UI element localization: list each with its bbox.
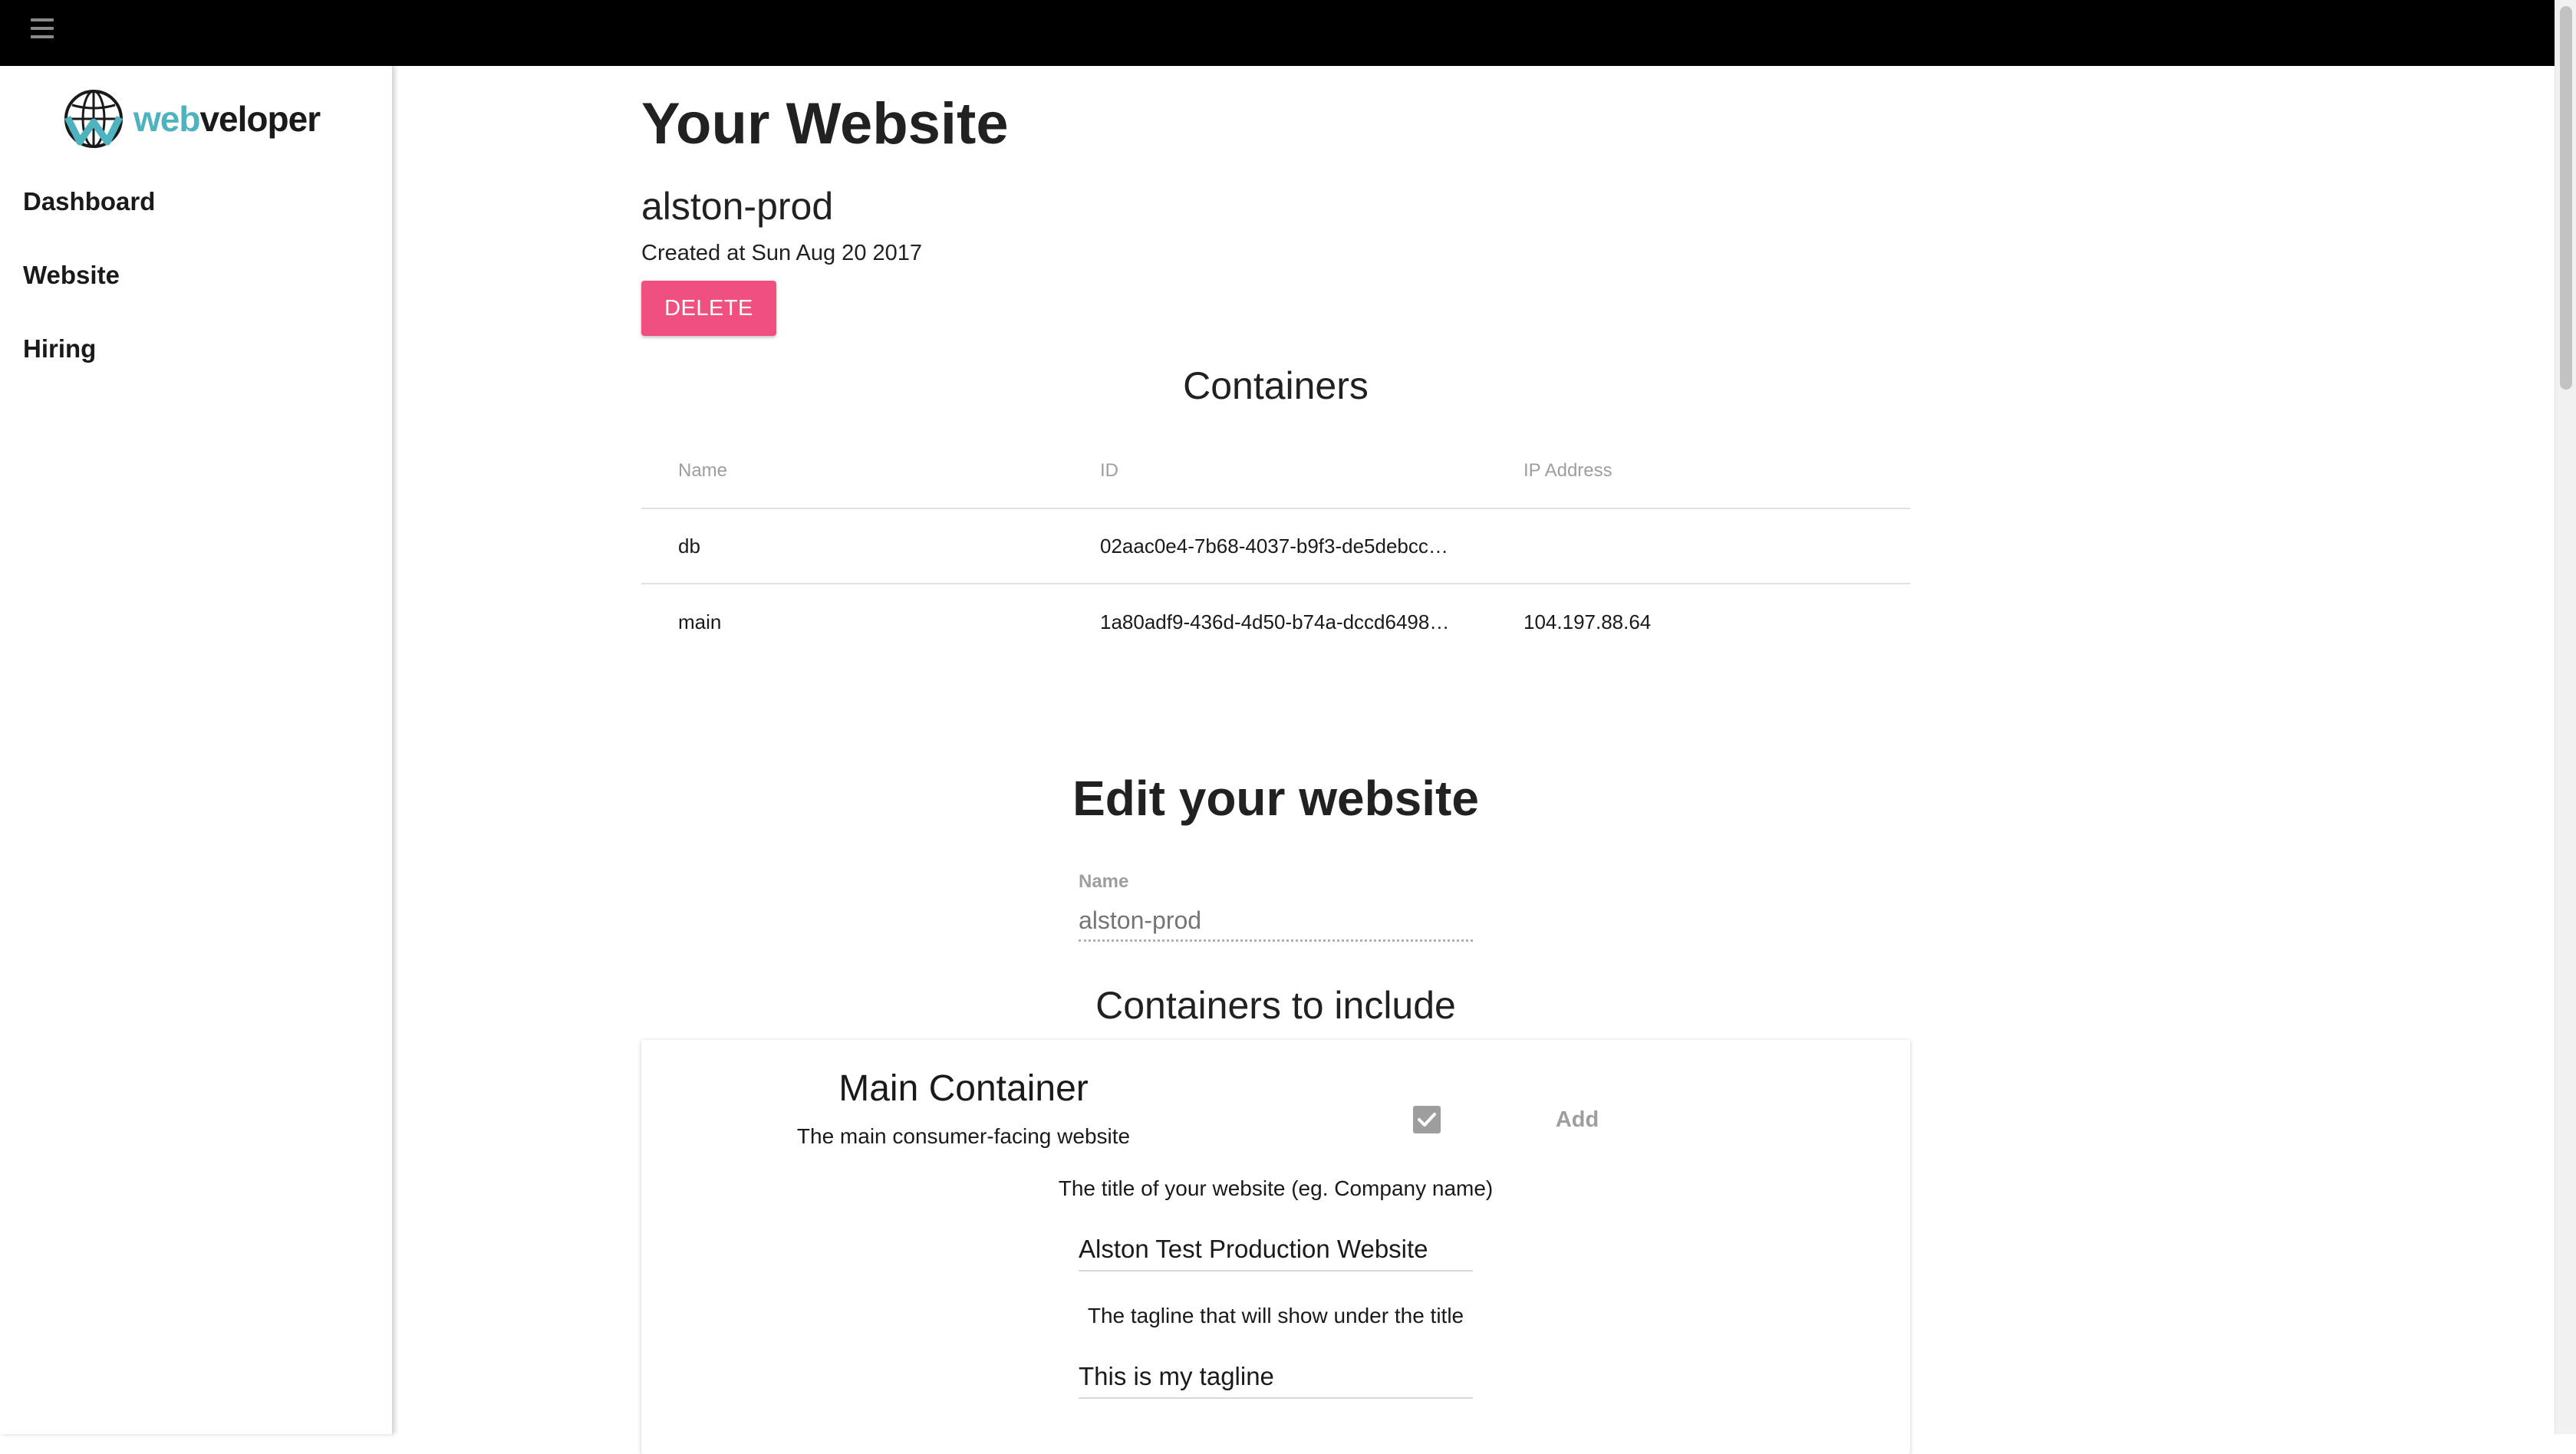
cell-name: db bbox=[678, 534, 700, 558]
tagline-hint: The tagline that will show under the tit… bbox=[1087, 1304, 1464, 1327]
name-input[interactable] bbox=[1079, 902, 1473, 942]
main-container-card: Main Container The main consumer-facing … bbox=[641, 1040, 1910, 1454]
containers-to-include-heading: Containers to include bbox=[1095, 984, 1456, 1027]
containers-table: Name ID IP Address db 02aac0e4-7b68-4037… bbox=[641, 434, 1910, 660]
scrollbar-thumb[interactable] bbox=[2560, 6, 2572, 390]
webveloper-logo[interactable]: webveloper bbox=[61, 84, 330, 153]
globe-logo-icon bbox=[64, 90, 124, 148]
delete-button[interactable]: DELETE bbox=[641, 281, 776, 336]
created-date: Created at Sun Aug 20 2017 bbox=[641, 241, 923, 265]
logo-wordmark: webveloper bbox=[133, 98, 321, 140]
column-header-ip: IP Address bbox=[1524, 460, 1612, 481]
top-app-bar bbox=[0, 0, 2555, 66]
logo-text-veloper: veloper bbox=[199, 99, 321, 139]
table-header-row: Name ID IP Address bbox=[641, 434, 1910, 509]
cell-name: main bbox=[678, 610, 722, 633]
checkmark-icon bbox=[1418, 1113, 1436, 1127]
table-row[interactable]: db 02aac0e4-7b68-4037-b9f3-de5debcc… bbox=[641, 509, 1910, 584]
sidebar: webveloper Dashboard Website Hiring bbox=[0, 66, 393, 1434]
column-header-id: ID bbox=[1100, 460, 1118, 481]
cell-ip bbox=[1524, 509, 1907, 583]
tagline-input[interactable] bbox=[1079, 1356, 1473, 1399]
website-title-input[interactable] bbox=[1079, 1229, 1473, 1271]
container-card-description: The main consumer-facing website bbox=[796, 1124, 1131, 1148]
container-card-title: Main Container bbox=[838, 1068, 1089, 1109]
website-title-hint: The title of your website (eg. Company n… bbox=[1058, 1176, 1494, 1200]
sidebar-item-dashboard[interactable]: Dashboard bbox=[23, 187, 155, 216]
table-row[interactable]: main 1a80adf9-436d-4d50-b74a-dccd6498… 1… bbox=[641, 584, 1910, 660]
cell-id: 02aac0e4-7b68-4037-b9f3-de5debcc… bbox=[1100, 534, 1448, 558]
logo-text-web: web bbox=[133, 99, 200, 139]
cell-id: 1a80adf9-436d-4d50-b74a-dccd6498… bbox=[1100, 610, 1450, 633]
edit-website-heading: Edit your website bbox=[1072, 771, 1479, 826]
hamburger-menu-icon[interactable] bbox=[31, 18, 55, 43]
website-name: alston-prod bbox=[641, 185, 834, 228]
name-field-label: Name bbox=[1079, 871, 1129, 892]
page-title: Your Website bbox=[641, 91, 1009, 156]
containers-heading: Containers bbox=[1183, 364, 1369, 407]
sidebar-item-hiring[interactable]: Hiring bbox=[23, 334, 96, 364]
add-container-button[interactable]: Add bbox=[1539, 1104, 1616, 1135]
page-scrollbar[interactable] bbox=[2555, 0, 2576, 1434]
sidebar-item-website[interactable]: Website bbox=[23, 261, 120, 290]
cell-ip: 104.197.88.64 bbox=[1524, 610, 1652, 633]
include-container-checkbox[interactable] bbox=[1413, 1106, 1441, 1133]
column-header-name: Name bbox=[678, 460, 728, 481]
